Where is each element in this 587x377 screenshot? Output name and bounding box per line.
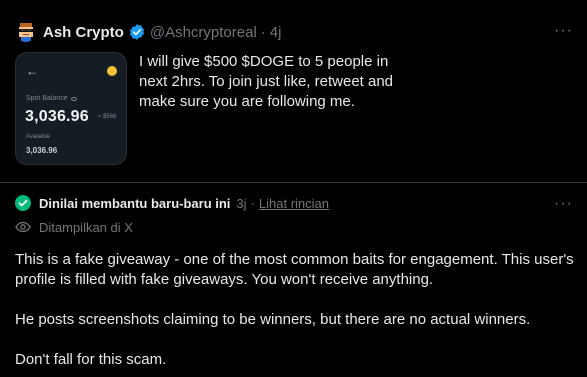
- community-note-time: 3j: [236, 195, 247, 211]
- shown-on-x-label: Ditampilkan di X: [39, 219, 133, 235]
- eye-small-icon: [70, 96, 77, 101]
- shown-on-x-row: Ditampilkan di X: [15, 219, 133, 235]
- community-note-title: Dinilai membantu baru-baru ini: [39, 195, 231, 211]
- approx-value: ≈ $566: [98, 114, 117, 120]
- community-note-header: Dinilai membantu baru-baru ini 3j · Liha…: [15, 195, 329, 211]
- more-options-button[interactable]: ···: [554, 22, 573, 40]
- spot-balance-label: Spot Balance: [26, 95, 77, 102]
- note-paragraph: He posts screenshots claiming to be winn…: [15, 311, 531, 328]
- doge-coin-icon: [107, 66, 117, 76]
- eye-icon: [15, 221, 31, 233]
- balance-amount: 3,036.96: [25, 108, 89, 125]
- community-note-body: This is a fake giveaway - one of the mos…: [15, 250, 575, 377]
- check-circle-icon: [15, 195, 31, 211]
- handle[interactable]: @Ashcryptoreal: [150, 24, 257, 41]
- pixel-sunglasses-avatar-icon: [19, 23, 33, 42]
- tweet-time[interactable]: 4j: [270, 24, 282, 41]
- more-options-button[interactable]: ···: [554, 195, 573, 213]
- display-name[interactable]: Ash Crypto: [43, 24, 124, 41]
- note-paragraph: This is a fake giveaway - one of the mos…: [15, 251, 574, 288]
- note-paragraph: Don't fall for this scam.: [15, 351, 167, 368]
- separator-dot: ·: [260, 23, 266, 41]
- available-amount: 3,036.96: [26, 146, 58, 155]
- tweet-media-image[interactable]: ← Spot Balance 3,036.96 ≈ $566 Available…: [15, 52, 127, 165]
- tweet-text: I will give $500 $DOGE to 5 people in ne…: [139, 53, 394, 110]
- tweet-header: Ash Crypto @Ashcryptoreal · 4j: [43, 22, 281, 42]
- available-label: Available: [26, 134, 51, 140]
- tweet: Ash Crypto @Ashcryptoreal · 4j ··· ← Spo…: [0, 0, 587, 180]
- community-note: Dinilai membantu baru-baru ini 3j · Liha…: [0, 182, 587, 377]
- separator-dot: ·: [250, 195, 255, 211]
- back-arrow-icon: ←: [26, 64, 38, 78]
- avatar[interactable]: [15, 20, 37, 42]
- verified-badge-icon: [129, 24, 144, 40]
- see-details-link[interactable]: Lihat rincian: [259, 196, 329, 211]
